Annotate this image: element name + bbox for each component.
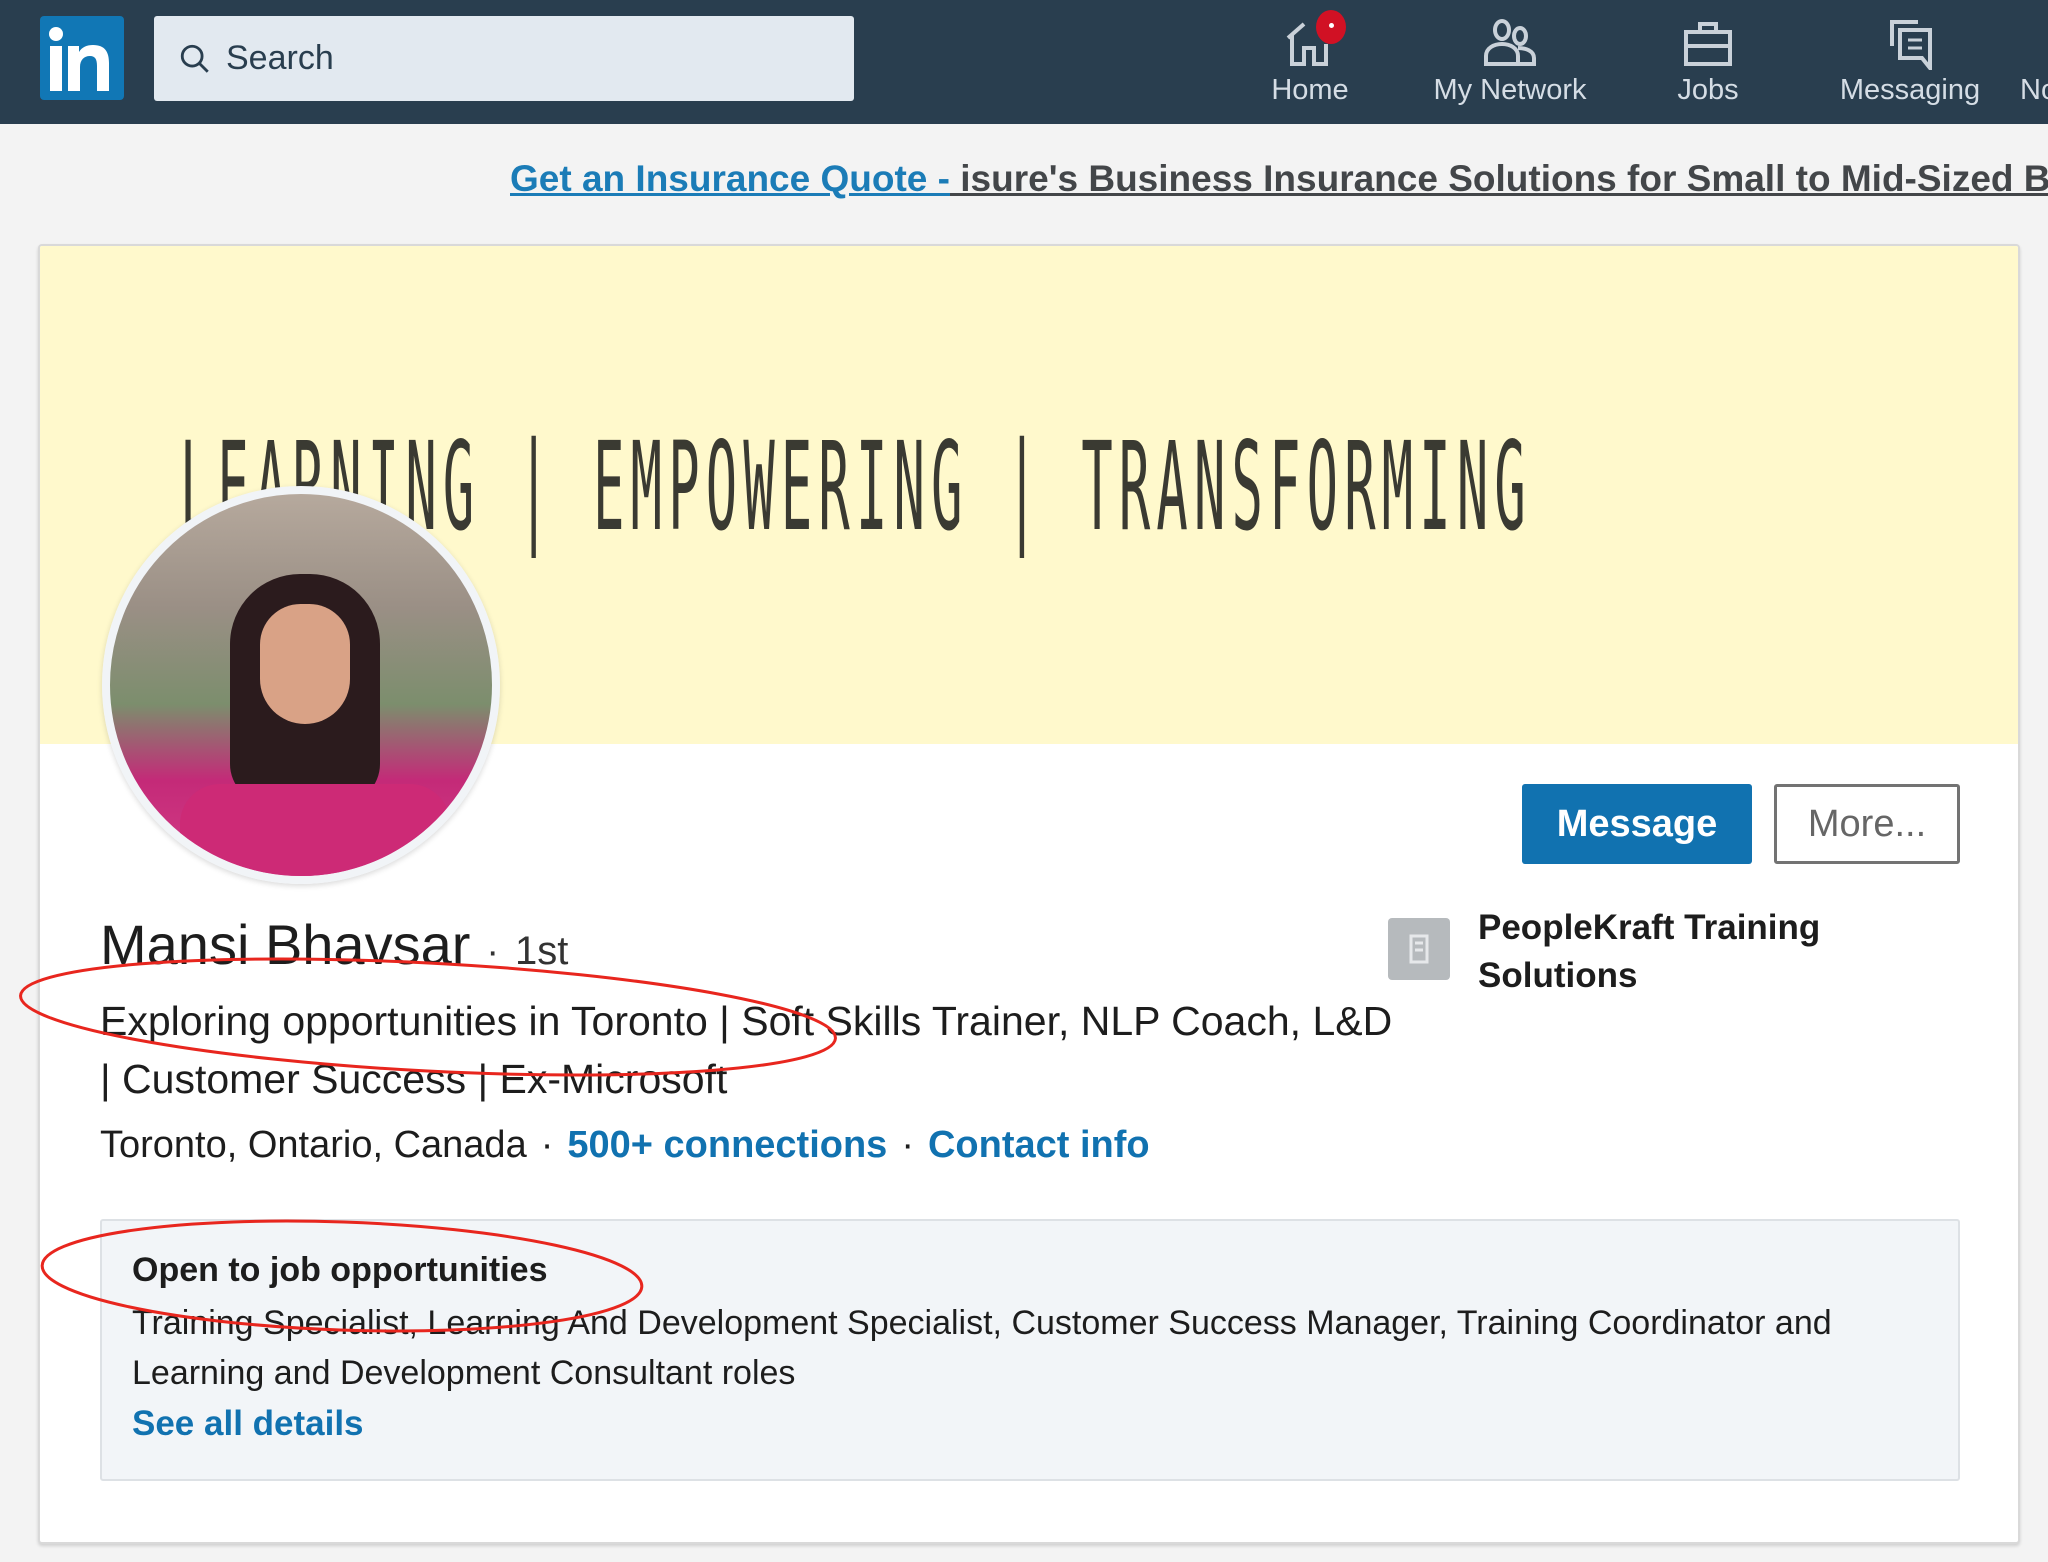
see-all-details-link[interactable]: See all details xyxy=(132,1404,1928,1444)
nav-item-home[interactable]: Home xyxy=(1262,10,1358,116)
logo-i-dot xyxy=(49,27,63,41)
nav-label-messaging: Messaging xyxy=(1839,74,1981,106)
linkedin-logo[interactable] xyxy=(40,16,124,100)
open-to-job-opportunities-box: Open to job opportunities Training Speci… xyxy=(100,1219,1960,1481)
connections-link[interactable]: 500+ connections xyxy=(567,1124,887,1166)
briefcase-icon xyxy=(1684,22,1732,66)
profile-card: LEARNING | EMPOWERING | TRANSFORMING Mes… xyxy=(38,244,2020,1544)
more-button[interactable]: More... xyxy=(1774,784,1960,864)
notifications-icon xyxy=(2020,16,2048,70)
notification-badge xyxy=(1316,10,1346,44)
nav-label-my-network: My Network xyxy=(1433,74,1587,106)
nav-item-notifications[interactable]: No xyxy=(2020,16,2048,116)
photo-detail xyxy=(260,604,350,724)
profile-photo[interactable] xyxy=(102,486,500,884)
profile-name: Mansi Bhavsar xyxy=(100,913,471,976)
nav-item-jobs[interactable]: Jobs xyxy=(1662,16,1754,116)
global-nav: Search Home My Network Jobs Messaging N xyxy=(0,0,2048,124)
profile-headline: Exploring opportunities in Toronto | Sof… xyxy=(100,998,1393,1102)
ad-banner: Get an Insurance Quote - isure's Busines… xyxy=(510,158,2048,200)
open-to-jobs-roles: Training Specialist, Learning And Develo… xyxy=(132,1304,1832,1392)
current-company[interactable]: PeopleKraft Training Solutions xyxy=(1388,904,1878,1000)
ad-link[interactable]: Get an Insurance Quote - xyxy=(510,158,950,199)
logo-i-stem xyxy=(50,46,62,91)
nav-item-my-network[interactable]: My Network xyxy=(1425,16,1595,116)
profile-location: Toronto, Ontario, Canada xyxy=(100,1124,527,1166)
name-separator: · xyxy=(486,931,500,973)
photo-detail xyxy=(180,784,450,876)
search-icon xyxy=(180,44,209,73)
search-placeholder: Search xyxy=(226,39,334,77)
connection-degree: 1st xyxy=(515,929,569,973)
people-icon xyxy=(1484,19,1536,66)
connections-separator: · xyxy=(901,1124,914,1166)
nav-label-home: Home xyxy=(1271,74,1349,106)
company-name: PeopleKraft Training Solutions xyxy=(1478,908,1821,995)
search-input[interactable]: Search xyxy=(154,16,854,101)
company-building-icon xyxy=(1388,918,1450,980)
name-row: Mansi Bhavsar · 1st xyxy=(100,912,568,977)
nav-item-messaging[interactable]: Messaging xyxy=(1830,16,1990,116)
nav-label-jobs: Jobs xyxy=(1677,74,1739,106)
message-button[interactable]: Message xyxy=(1522,784,1752,864)
open-to-jobs-title: Open to job opportunities xyxy=(132,1251,548,1289)
messaging-icon xyxy=(1890,20,1932,70)
location-row: Toronto, Ontario, Canada · 500+ connection… xyxy=(100,1124,1150,1167)
nav-label-notifications: No xyxy=(2020,74,2048,106)
contact-info-link[interactable]: Contact info xyxy=(928,1124,1150,1166)
logo-n-glyph xyxy=(68,45,109,91)
ad-text[interactable]: isure's Business Insurance Solutions for… xyxy=(950,158,2048,199)
location-separator: · xyxy=(540,1124,554,1166)
